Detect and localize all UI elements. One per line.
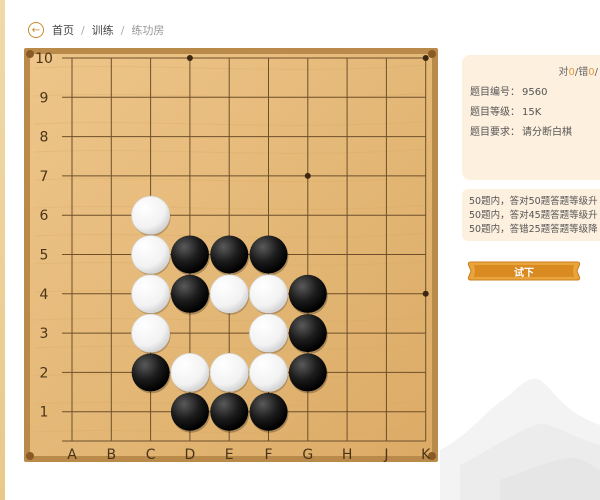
- black-stone[interactable]: [288, 314, 327, 353]
- white-stone[interactable]: [170, 352, 210, 392]
- star-point: [186, 55, 193, 61]
- breadcrumb: ← 首页 / 训练 / 练功房: [28, 18, 164, 42]
- problem-requirement-value: 请分断白棋: [522, 127, 572, 138]
- score-correct-label: 对: [558, 67, 569, 78]
- row-label: 1: [40, 405, 49, 421]
- problem-level-label: 题目等级：: [470, 107, 520, 118]
- black-stone[interactable]: [288, 353, 327, 392]
- breadcrumb-home[interactable]: 首页: [52, 22, 74, 38]
- go-board-svg[interactable]: 1 2 3 4 5 6 7 8 9 10 A B C D E F G H J K: [24, 48, 438, 462]
- problem-number-label: 题目编号：: [470, 87, 520, 98]
- back-arrow-icon[interactable]: ←: [28, 22, 44, 38]
- star-point: [304, 172, 311, 179]
- black-stone[interactable]: [170, 235, 209, 274]
- try-move-label: 试下: [514, 267, 534, 279]
- black-stone[interactable]: [170, 274, 209, 313]
- column-label: K: [421, 447, 431, 462]
- problem-level-row: 题目等级： 15K: [470, 103, 600, 118]
- white-stone[interactable]: [131, 195, 170, 235]
- level-rule: 50题内，答错25题答题等级降: [469, 224, 598, 235]
- breadcrumb-separator: /: [120, 23, 125, 37]
- score-wrong-label: /错: [574, 67, 589, 78]
- black-stone[interactable]: [131, 353, 170, 392]
- left-edge-strip: [0, 0, 5, 500]
- star-point: [422, 55, 429, 61]
- board-corner-ornament: [26, 452, 34, 460]
- board-corner-ornament: [428, 50, 436, 58]
- row-label: 4: [40, 287, 49, 303]
- problem-level-value: 15K: [522, 107, 542, 118]
- white-stone[interactable]: [131, 235, 170, 274]
- black-stone[interactable]: [249, 235, 288, 274]
- problem-requirement-label: 题目要求：: [470, 127, 520, 138]
- white-stone[interactable]: [249, 313, 288, 353]
- column-label: D: [185, 447, 196, 462]
- white-stone[interactable]: [249, 274, 288, 314]
- black-stone[interactable]: [288, 274, 327, 313]
- column-label: E: [225, 447, 234, 462]
- row-label: 6: [40, 208, 49, 224]
- row-label: 9: [40, 90, 49, 106]
- problem-number-value: 9560: [522, 87, 548, 98]
- column-label: A: [67, 447, 77, 462]
- try-move-button[interactable]: 试下: [465, 258, 583, 284]
- breadcrumb-training[interactable]: 训练: [92, 22, 114, 38]
- level-rules-box: 50题内，答对50题答题等级升 50题内，答对45题答题等级升 50题内，答错2…: [462, 189, 600, 241]
- star-point: [422, 290, 429, 297]
- white-stone[interactable]: [249, 352, 288, 392]
- go-board[interactable]: 1 2 3 4 5 6 7 8 9 10 A B C D E F G H J K: [24, 48, 438, 462]
- column-label: J: [383, 447, 388, 462]
- column-label: G: [302, 447, 313, 462]
- white-stone[interactable]: [209, 274, 249, 314]
- white-stone[interactable]: [131, 274, 170, 314]
- row-label: 10: [35, 51, 53, 67]
- column-label: H: [342, 447, 353, 462]
- score-counter: 对0/错0/: [470, 63, 600, 78]
- column-label: C: [146, 447, 156, 462]
- row-label: 2: [40, 365, 49, 381]
- breadcrumb-current: 练功房: [131, 24, 165, 37]
- problem-number-row: 题目编号： 9560: [470, 83, 600, 98]
- level-rule: 50题内，答对50题答题等级升: [469, 196, 598, 207]
- score-separator: /: [594, 67, 598, 78]
- problem-requirement-row: 题目要求： 请分断白棋: [470, 123, 600, 138]
- black-stone[interactable]: [210, 235, 249, 274]
- row-label: 3: [40, 326, 49, 342]
- breadcrumb-separator: /: [81, 23, 85, 37]
- row-label: 8: [40, 130, 49, 146]
- black-stone[interactable]: [249, 392, 288, 431]
- row-label: 5: [40, 248, 49, 264]
- board-corner-ornament: [26, 50, 34, 58]
- black-stone[interactable]: [210, 392, 249, 431]
- column-label: B: [106, 447, 116, 462]
- white-stone[interactable]: [209, 352, 249, 392]
- mountain-decoration: [440, 378, 600, 500]
- black-stone[interactable]: [170, 392, 209, 431]
- white-stone[interactable]: [131, 313, 170, 353]
- row-label: 7: [40, 169, 49, 185]
- problem-info-card: 对0/错0/ 题目编号： 9560 题目等级： 15K 题目要求： 请分断白棋: [462, 55, 600, 180]
- level-rule: 50题内，答对45题答题等级升: [469, 210, 598, 221]
- column-label: F: [264, 447, 272, 462]
